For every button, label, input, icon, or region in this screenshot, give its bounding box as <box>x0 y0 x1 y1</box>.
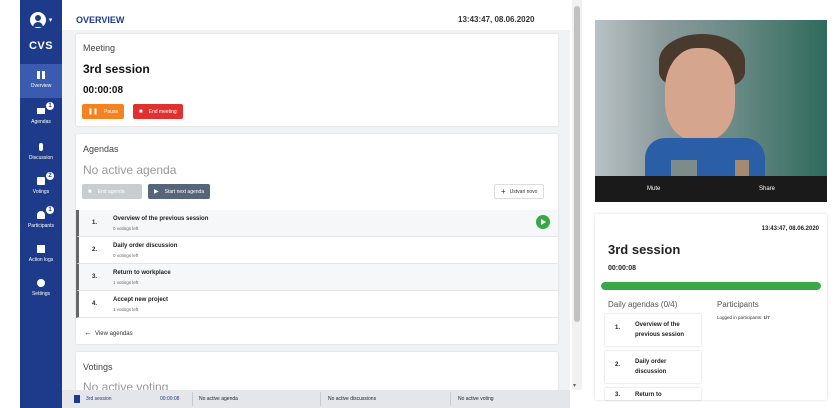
grid-icon <box>20 64 62 80</box>
pause-button[interactable]: ❚❚ Pause <box>82 104 125 119</box>
sidebar-item-label: Votings <box>32 189 50 195</box>
video-controls: Mute Share <box>595 176 827 202</box>
sidebar-item-agendas[interactable]: 1 Agendas <box>20 100 62 132</box>
sidebar-item-label: Overview <box>30 83 52 89</box>
sidebar-item-label: Settings <box>31 291 51 297</box>
sidebar-item-participants[interactable]: 1 Participants <box>20 204 62 236</box>
info-title: 3rd session <box>608 242 681 257</box>
end-agenda-button[interactable]: ■ End agenda <box>82 184 142 199</box>
meeting-timer: 00:00:08 <box>83 85 124 96</box>
participant-thumbnail[interactable] <box>735 160 749 176</box>
view-agendas-link[interactable]: ← View agendas <box>84 328 133 337</box>
agendas-label: Agendas <box>83 144 119 154</box>
sidebar-item-overview[interactable]: Overview <box>20 64 62 98</box>
participants-label: Participants <box>717 300 759 309</box>
status-timer: 00:00:08 <box>160 396 180 402</box>
progress-fill <box>601 282 821 290</box>
participant-thumbnail[interactable] <box>671 160 697 176</box>
share-button[interactable]: Share <box>759 186 775 192</box>
sidebar-item-label: Action logs <box>28 257 54 263</box>
end-meeting-button[interactable]: ■ End meeting <box>133 104 183 119</box>
sidebar-item-settings[interactable]: Settings <box>20 272 62 304</box>
sidebar-item-label: Participants <box>27 223 55 229</box>
daily-agenda-item[interactable]: 2. Daily order discussion <box>605 351 701 383</box>
info-timer: 00:00:08 <box>608 265 637 272</box>
sidebar-item-action-logs[interactable]: Action logs <box>20 238 62 270</box>
app-logo: CVS <box>28 40 54 52</box>
user-menu[interactable]: ▾ <box>20 8 62 32</box>
list-item[interactable]: 4. Accept new project 1 votings left <box>76 291 558 318</box>
start-next-agenda-button[interactable]: ▶ Start next agenda <box>148 184 211 199</box>
video-panel: Mute Share <box>595 20 827 202</box>
start-agenda-icon[interactable] <box>536 215 550 229</box>
votings-badge: 2 <box>46 172 54 180</box>
mute-button[interactable]: Mute <box>647 186 660 192</box>
divider <box>320 392 321 406</box>
sidebar-item-label: Agendas <box>31 119 51 125</box>
video-person <box>665 48 735 140</box>
daily-agenda-item[interactable]: 3. Return to <box>605 388 701 400</box>
status-discussions: No active discussions <box>328 396 377 402</box>
status-agenda: No active agenda <box>199 396 238 402</box>
play-icon: ▶ <box>154 189 159 195</box>
agendas-status: No active agenda <box>83 163 177 177</box>
votings-card: Votings No active voting <box>76 352 558 390</box>
meeting-title: 3rd session <box>83 62 150 76</box>
divider <box>450 392 451 406</box>
gear-icon <box>20 272 62 288</box>
session-progress-bar <box>601 282 821 290</box>
header-clock: 13:43:47, 08.06.2020 <box>458 15 535 24</box>
agendas-badge: 1 <box>46 102 54 110</box>
sidebar: ▾ CVS Overview 1 Agendas Discussion 2 Vo… <box>20 0 62 408</box>
participants-badge: 1 <box>46 206 54 214</box>
daily-agendas-label: Daily agendas (0/4) <box>608 300 678 309</box>
info-clock: 13:43:47, 08.06.2020 <box>761 226 819 232</box>
session-info-card: 13:43:47, 08.06.2020 3rd session 00:00:0… <box>595 214 827 400</box>
avatar-icon <box>29 12 46 28</box>
vote-icon: 2 <box>20 170 62 186</box>
votings-label: Votings <box>83 362 113 372</box>
agenda-list: 1. Overview of the previous session 0 vo… <box>76 210 558 318</box>
pause-icon: ❚❚ <box>88 109 99 115</box>
arrow-left-icon: ← <box>84 328 92 337</box>
log-icon <box>20 238 62 254</box>
sidebar-item-label: Discussion <box>28 155 54 161</box>
plus-icon: + <box>501 187 506 196</box>
stop-icon: ■ <box>88 188 92 195</box>
session-icon <box>74 395 80 403</box>
page-title: OVERVIEW <box>76 15 125 25</box>
scroll-down-icon[interactable]: ▾ <box>573 382 576 389</box>
divider <box>192 392 193 406</box>
create-new-agenda-button[interactable]: + Ustvari novo <box>494 184 545 199</box>
scrollbar-thumb[interactable] <box>574 6 580 322</box>
sidebar-item-votings[interactable]: 2 Votings <box>20 170 62 202</box>
stop-icon: ■ <box>139 108 143 115</box>
daily-agenda-item[interactable]: 1. Overview of the previous session <box>605 314 701 346</box>
meeting-card: Meeting 3rd session 00:00:08 ❚❚ Pause ■ … <box>76 34 558 126</box>
user-icon: 1 <box>20 204 62 220</box>
list-item[interactable]: 2. Daily order discussion 0 votings left <box>76 237 558 264</box>
list-item[interactable]: 3. Return to workplace 1 votings left <box>76 264 558 291</box>
sidebar-item-discussion[interactable]: Discussion <box>20 136 62 168</box>
status-voting: No active voting <box>458 396 494 402</box>
microphone-icon <box>20 136 62 152</box>
list-icon: 1 <box>20 100 62 116</box>
list-item[interactable]: 1. Overview of the previous session 0 vo… <box>76 210 558 237</box>
app: ▾ CVS Overview 1 Agendas Discussion 2 Vo… <box>0 0 834 408</box>
status-session: 3rd session <box>86 396 112 402</box>
chevron-down-icon: ▾ <box>48 17 53 24</box>
logged-in-participants: Logged in participants: 1/7 <box>717 315 770 320</box>
meeting-label: Meeting <box>83 43 116 53</box>
votings-status: No active voting <box>83 380 169 390</box>
status-bar: 3rd session 00:00:08 No active agenda No… <box>62 390 570 408</box>
